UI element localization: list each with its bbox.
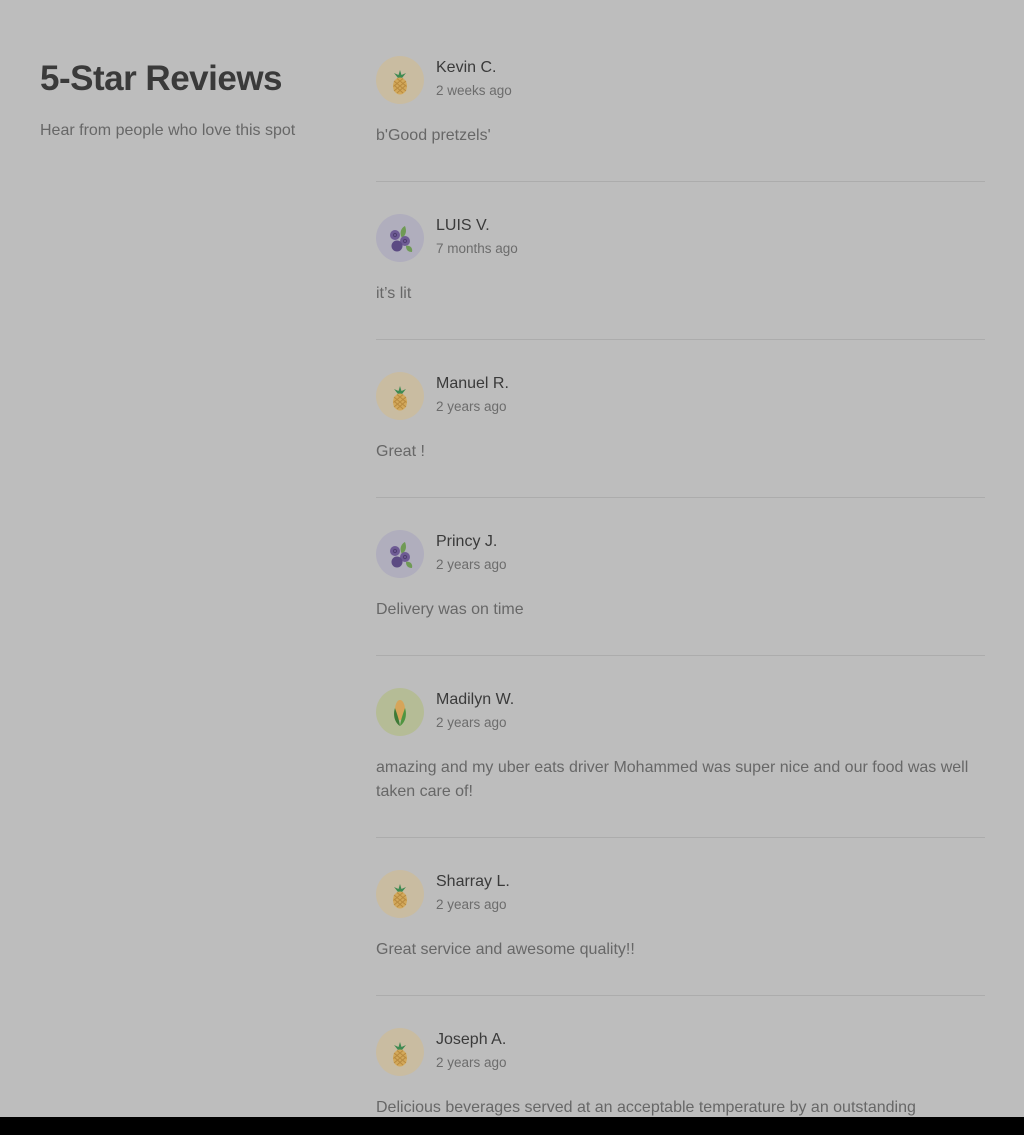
corn-icon — [376, 688, 424, 736]
reviewer-name: Joseph A. — [436, 1031, 507, 1048]
reviewer-meta: Kevin C. 2 weeks ago — [436, 56, 512, 100]
reviewer-name: Madilyn W. — [436, 691, 515, 708]
review-date: 2 years ago — [436, 1055, 507, 1070]
pineapple-icon — [376, 870, 424, 918]
review-item: Joseph A. 2 years ago Delicious beverage… — [376, 1028, 985, 1117]
review-text: it’s lit — [376, 285, 412, 302]
review-header: Manuel R. 2 years ago — [376, 372, 985, 420]
review-text: Great ! — [376, 443, 425, 460]
blueberry-icon — [376, 530, 424, 578]
reviewer-meta: Manuel R. 2 years ago — [436, 372, 509, 416]
review-item: Manuel R. 2 years ago Great ! — [376, 372, 985, 498]
review-date: 7 months ago — [436, 241, 518, 256]
pineapple-icon — [376, 56, 424, 104]
review-item: Kevin C. 2 weeks ago b'Good pretzels' — [376, 56, 985, 182]
review-date: 2 years ago — [436, 557, 507, 572]
reviewer-meta: Princy J. 2 years ago — [436, 530, 507, 574]
reviewer-meta: LUIS V. 7 months ago — [436, 214, 518, 258]
review-date: 2 years ago — [436, 897, 507, 912]
review-text: b'Good pretzels' — [376, 127, 491, 144]
review-text: amazing and my uber eats driver Mohammed… — [376, 759, 969, 800]
review-header: Princy J. 2 years ago — [376, 530, 985, 578]
review-date: 2 years ago — [436, 715, 507, 730]
review-header: Madilyn W. 2 years ago — [376, 688, 985, 736]
reviewer-name: Princy J. — [436, 533, 498, 550]
review-text: Delivery was on time — [376, 601, 524, 618]
section-title: 5-Star Reviews — [40, 59, 283, 98]
review-date: 2 years ago — [436, 399, 507, 414]
reviewer-meta: Joseph A. 2 years ago — [436, 1028, 507, 1072]
review-date: 2 weeks ago — [436, 83, 512, 98]
reviews-header: 5-Star Reviews Hear from people who love… — [40, 58, 340, 142]
review-item: Sharray L. 2 years ago Great service and… — [376, 870, 985, 996]
review-header: Kevin C. 2 weeks ago — [376, 56, 985, 104]
section-subtitle: Hear from people who love this spot — [40, 122, 296, 139]
review-list: Kevin C. 2 weeks ago b'Good pretzels' LU… — [376, 56, 985, 1117]
reviewer-meta: Sharray L. 2 years ago — [436, 870, 510, 914]
reviewer-name: Manuel R. — [436, 375, 509, 392]
blueberry-icon — [376, 214, 424, 262]
reviewer-name: LUIS V. — [436, 217, 490, 234]
review-text: Delicious beverages served at an accepta… — [376, 1099, 916, 1116]
review-item: Madilyn W. 2 years ago amazing and my ub… — [376, 688, 985, 838]
review-header: Joseph A. 2 years ago — [376, 1028, 985, 1076]
reviewer-name: Kevin C. — [436, 59, 497, 76]
review-header: LUIS V. 7 months ago — [376, 214, 985, 262]
review-item: Princy J. 2 years ago Delivery was on ti… — [376, 530, 985, 656]
reviewer-meta: Madilyn W. 2 years ago — [436, 688, 514, 732]
pineapple-icon — [376, 1028, 424, 1076]
review-item: LUIS V. 7 months ago it’s lit — [376, 214, 985, 340]
review-header: Sharray L. 2 years ago — [376, 870, 985, 918]
reviewer-name: Sharray L. — [436, 873, 510, 890]
pineapple-icon — [376, 372, 424, 420]
review-text: Great service and awesome quality!! — [376, 941, 635, 958]
reviews-page: 5-Star Reviews Hear from people who love… — [0, 0, 1024, 1117]
